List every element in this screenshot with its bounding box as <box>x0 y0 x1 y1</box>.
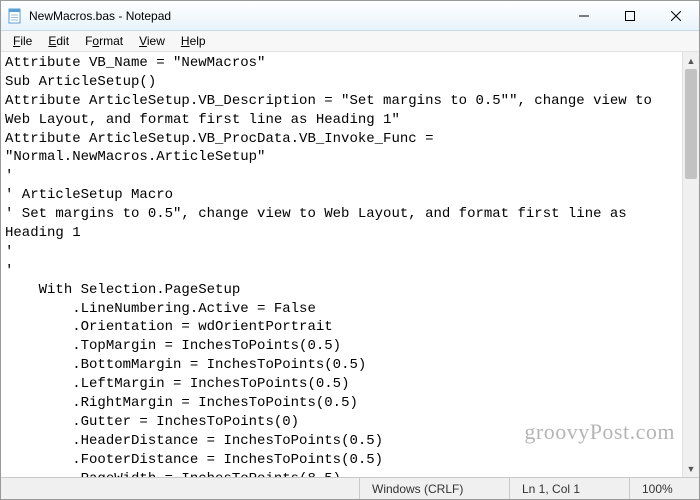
menu-format[interactable]: Format <box>77 32 131 50</box>
scroll-up-arrow-icon[interactable]: ▲ <box>683 52 699 69</box>
menu-file[interactable]: File <box>5 32 40 50</box>
maximize-button[interactable] <box>607 1 653 30</box>
window-controls <box>561 1 699 30</box>
menu-edit[interactable]: Edit <box>40 32 77 50</box>
status-line-ending: Windows (CRLF) <box>359 478 509 499</box>
menu-view[interactable]: View <box>131 32 173 50</box>
titlebar[interactable]: NewMacros.bas - Notepad <box>1 1 699 31</box>
notepad-icon <box>7 8 23 24</box>
text-editor[interactable]: Attribute VB_Name = "NewMacros" Sub Arti… <box>1 52 682 477</box>
close-button[interactable] <box>653 1 699 30</box>
status-zoom: 100% <box>629 478 699 499</box>
statusbar: Windows (CRLF) Ln 1, Col 1 100% <box>1 477 699 499</box>
window-title: NewMacros.bas - Notepad <box>29 9 561 23</box>
menubar: File Edit Format View Help <box>1 31 699 52</box>
vertical-scrollbar[interactable]: ▲ ▼ <box>682 52 699 477</box>
minimize-button[interactable] <box>561 1 607 30</box>
editor-area: Attribute VB_Name = "NewMacros" Sub Arti… <box>1 52 699 477</box>
status-cursor-position: Ln 1, Col 1 <box>509 478 629 499</box>
menu-help[interactable]: Help <box>173 32 214 50</box>
scroll-down-arrow-icon[interactable]: ▼ <box>683 460 699 477</box>
scrollbar-thumb[interactable] <box>685 69 697 179</box>
